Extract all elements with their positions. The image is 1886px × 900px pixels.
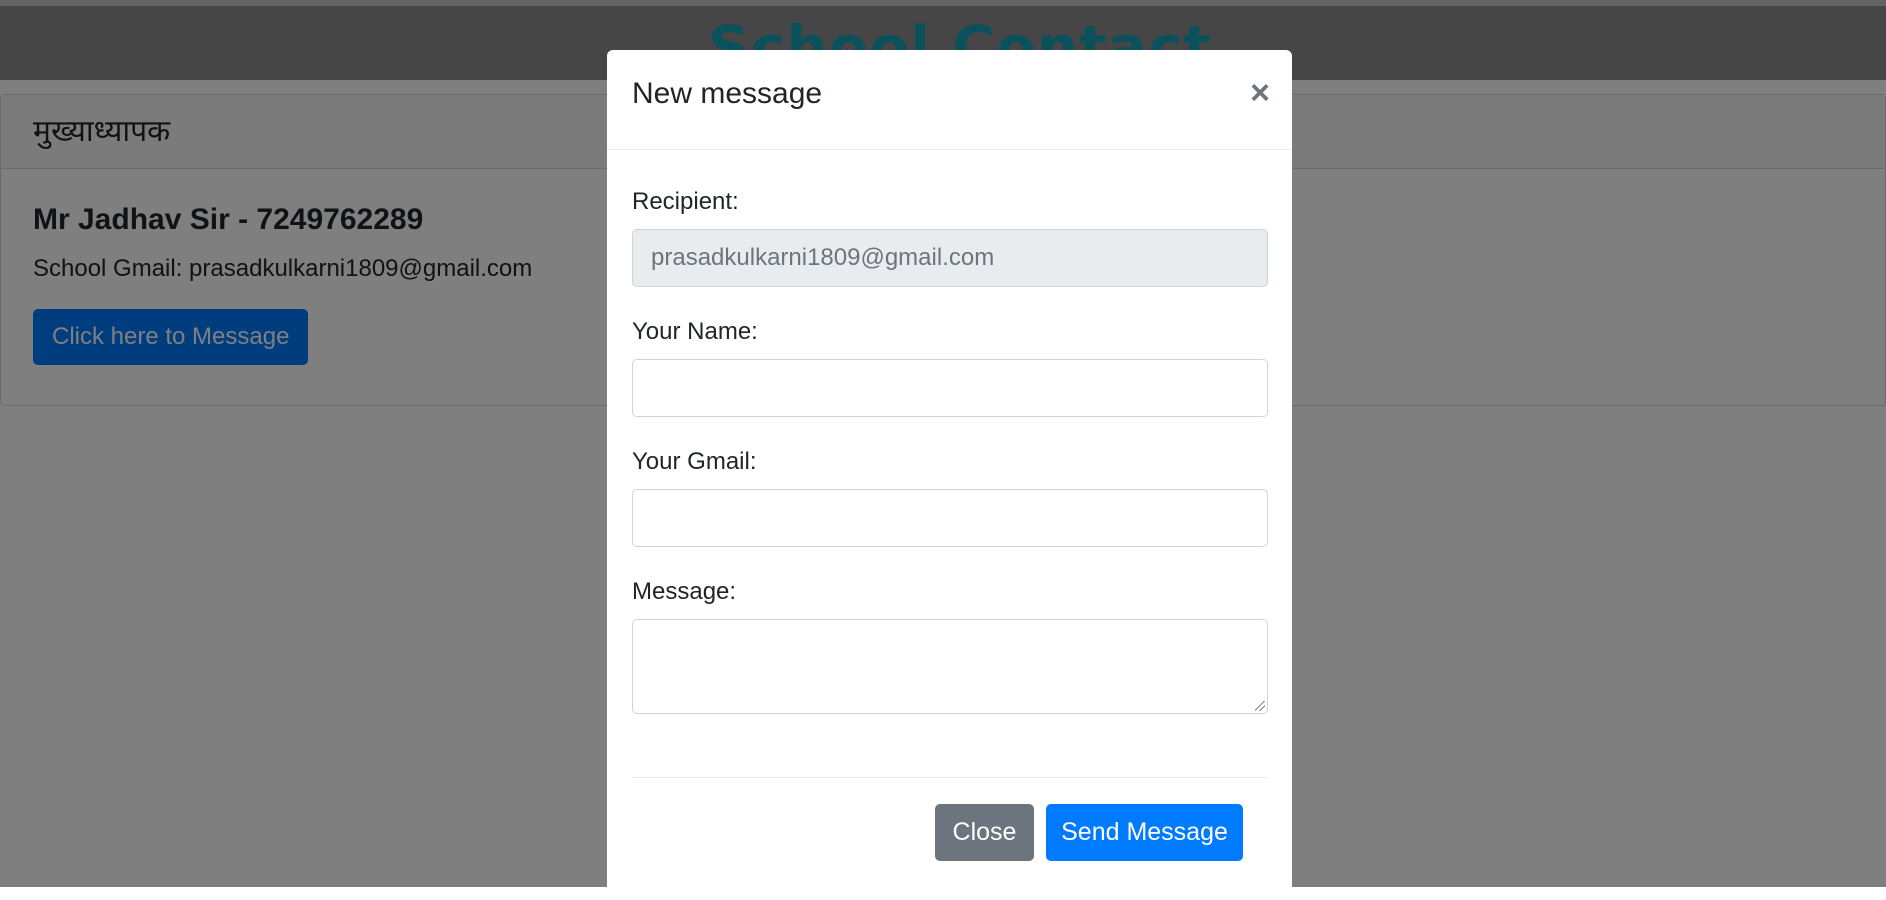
modal-body: Recipient: prasadkulkarni1809@gmail.com … — [607, 150, 1292, 714]
name-input[interactable] — [632, 359, 1268, 417]
name-group: Your Name: — [632, 318, 1268, 417]
gmail-label: Your Gmail: — [632, 448, 757, 475]
gmail-group: Your Gmail: — [632, 448, 1268, 547]
new-message-modal: New message × Recipient: prasadkulkarni1… — [607, 50, 1292, 900]
resize-handle-icon[interactable] — [1255, 701, 1265, 711]
close-icon[interactable]: × — [1250, 76, 1270, 110]
message-label: Message: — [632, 578, 737, 605]
modal-header: New message × — [607, 50, 1292, 150]
message-group: Message: — [632, 578, 1268, 714]
modal-footer-divider — [632, 777, 1268, 778]
recipient-group: Recipient: prasadkulkarni1809@gmail.com — [632, 188, 1268, 287]
send-message-button[interactable]: Send Message — [1046, 804, 1243, 861]
close-button[interactable]: Close — [935, 804, 1034, 861]
recipient-field[interactable]: prasadkulkarni1809@gmail.com — [632, 229, 1268, 287]
message-textarea[interactable] — [632, 619, 1268, 714]
gmail-input[interactable] — [632, 489, 1268, 547]
page: School Contact मुख्याध्यापक Mr Jadhav Si… — [0, 0, 1886, 900]
recipient-label: Recipient: — [632, 188, 739, 215]
modal-title: New message — [632, 77, 823, 110]
name-label: Your Name: — [632, 318, 758, 345]
